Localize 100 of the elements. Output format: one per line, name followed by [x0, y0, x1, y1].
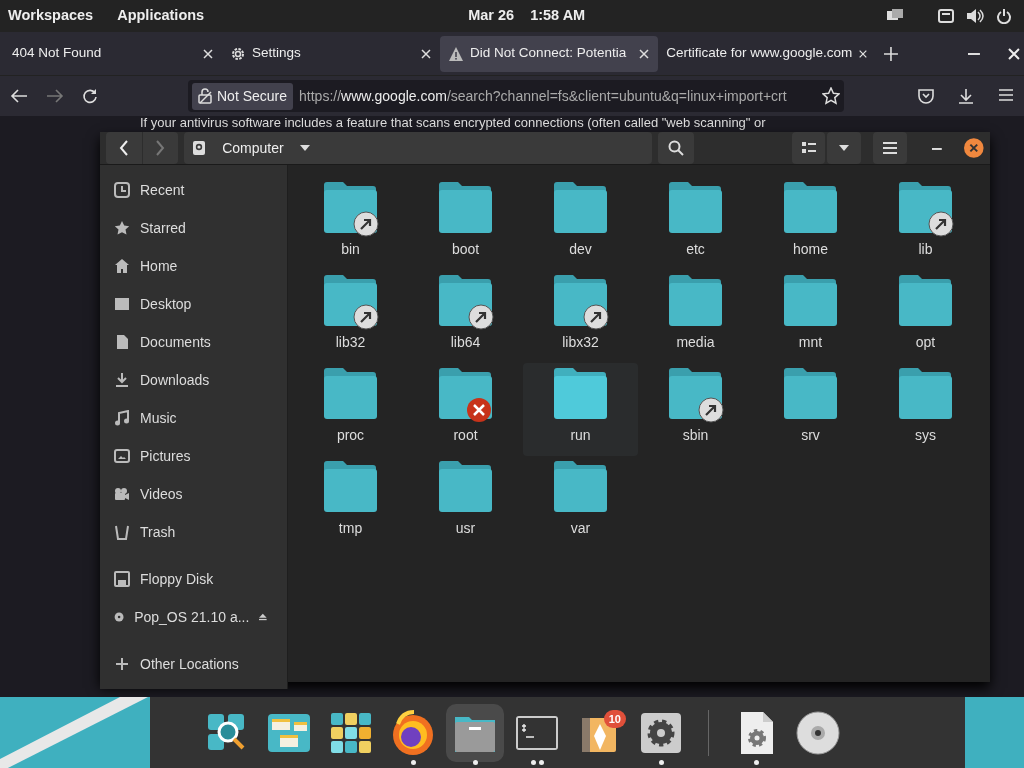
sidebar-item[interactable]: Pictures: [100, 437, 287, 475]
lock-icon: [198, 88, 212, 104]
close-icon[interactable]: [638, 47, 651, 60]
folder-icon: [552, 274, 609, 330]
folder-item[interactable]: root: [408, 363, 523, 456]
folder-item[interactable]: mnt: [753, 270, 868, 363]
sidebar-item[interactable]: Home: [100, 247, 287, 285]
folder-item[interactable]: libx32: [523, 270, 638, 363]
folder-item[interactable]: boot: [408, 177, 523, 270]
folder-item[interactable]: proc: [293, 363, 408, 456]
sidebar-item[interactable]: Documents: [100, 323, 287, 361]
applications-button[interactable]: Applications: [117, 5, 205, 27]
sidebar-item[interactable]: Recent: [100, 171, 287, 209]
browser-tab[interactable]: 404 Not Found: [4, 35, 223, 72]
disc-icon: [795, 709, 841, 756]
back-button[interactable]: [106, 132, 142, 164]
browser-tab[interactable]: Certificate for www.google.com: [658, 35, 877, 72]
folder-icon: [322, 274, 379, 330]
list-view-icon: [801, 142, 816, 154]
view-options-button[interactable]: [827, 132, 862, 164]
reload-icon[interactable]: [82, 88, 98, 104]
security-button[interactable]: Not Secure: [192, 82, 294, 110]
star-icon: [114, 220, 130, 236]
running-indicator: [753, 759, 759, 765]
browser-tab[interactable]: Settings: [222, 35, 441, 72]
workspaces-button[interactable]: Workspaces: [8, 5, 94, 27]
menu-icon: [882, 142, 897, 154]
chevron-right-icon: [155, 140, 166, 156]
address-field[interactable]: https://www.google.com/search?channel=fs&client=ubuntu&q=linux+import+crt: [299, 85, 816, 107]
close-icon[interactable]: [1008, 47, 1020, 60]
volume-icon[interactable]: [966, 8, 984, 24]
sidebar-item[interactable]: Trash: [100, 513, 287, 551]
location-button[interactable]: Computer: [192, 137, 320, 159]
search-icon: [668, 140, 685, 156]
view-button[interactable]: [791, 132, 826, 164]
star-icon[interactable]: [822, 87, 840, 105]
folder-item[interactable]: lib32: [293, 270, 408, 363]
sidebar-item[interactable]: Music: [100, 399, 287, 437]
search-button[interactable]: [658, 132, 694, 164]
caret-down-icon: [839, 145, 850, 151]
power-icon[interactable]: [996, 8, 1012, 24]
browser-icon: [390, 709, 436, 756]
plus-icon[interactable]: [884, 46, 899, 61]
download-icon[interactable]: [958, 88, 974, 104]
dock-item[interactable]: [446, 703, 504, 762]
document-icon: [114, 334, 130, 350]
folder-icon: [437, 274, 494, 330]
folder-icon: [667, 367, 724, 423]
folder-item[interactable]: tmp: [293, 456, 408, 549]
sidebar-item[interactable]: Starred: [100, 209, 287, 247]
menu-button[interactable]: [873, 132, 907, 164]
folder-item[interactable]: media: [638, 270, 753, 363]
back-arrow-icon[interactable]: [10, 88, 28, 104]
folder-item[interactable]: sys: [868, 363, 983, 456]
video-camera-icon: [114, 486, 130, 502]
folder-item[interactable]: usr: [408, 456, 523, 549]
running-indicator: [472, 759, 478, 765]
pocket-icon[interactable]: [918, 88, 934, 104]
folder-item[interactable]: srv: [753, 363, 868, 456]
sidebar-item[interactable]: Downloads: [100, 361, 287, 399]
running-indicator: [658, 759, 664, 765]
sidebar-item[interactable]: Pop_OS 21.10 a...: [100, 598, 287, 636]
sidebar-item[interactable]: Videos: [100, 475, 287, 513]
running-indicator: [410, 759, 416, 765]
menu-icon[interactable]: [998, 88, 1014, 102]
eject-icon[interactable]: [259, 612, 267, 622]
folder-item[interactable]: bin: [293, 177, 408, 270]
dock-item[interactable]: 10: [570, 703, 628, 762]
clock-icon: [114, 182, 130, 198]
folder-icon: [437, 367, 494, 423]
desktop-icon: [114, 296, 130, 312]
sidebar-item[interactable]: Floppy Disk: [100, 560, 287, 598]
clock-time[interactable]: 1:58 AM: [530, 5, 586, 27]
wallpaper-drawing: [965, 697, 1024, 768]
close-icon[interactable]: [202, 47, 215, 60]
browser-tab[interactable]: Did Not Connect: Potentia: [440, 35, 659, 72]
folder-icon: [897, 181, 954, 237]
folder-item[interactable]: opt: [868, 270, 983, 363]
folder-item[interactable]: etc: [638, 177, 753, 270]
sidebar-item[interactable]: Other Locations: [100, 645, 287, 683]
warning-icon: [448, 45, 465, 62]
clock-date[interactable]: Mar 26: [468, 5, 515, 27]
sidebar-item[interactable]: Desktop: [100, 285, 287, 323]
keyboard-icon[interactable]: [938, 8, 954, 24]
close-icon[interactable]: [964, 138, 984, 158]
folder-item[interactable]: var: [523, 456, 638, 549]
folder-item[interactable]: lib: [868, 177, 983, 270]
folder-item[interactable]: sbin: [638, 363, 753, 456]
running-indicator: [530, 759, 544, 765]
notification-badge: 10: [603, 709, 626, 728]
folder-item[interactable]: home: [753, 177, 868, 270]
chevron-left-icon: [118, 140, 129, 156]
folder-item[interactable]: dev: [523, 177, 638, 270]
forward-arrow-icon[interactable]: [46, 88, 64, 104]
trash-icon: [114, 524, 130, 540]
plus-icon: [114, 656, 130, 672]
close-icon[interactable]: [420, 47, 433, 60]
folder-item[interactable]: lib64: [408, 270, 523, 363]
picture-icon: [114, 448, 130, 464]
folder-item[interactable]: run: [523, 363, 638, 456]
